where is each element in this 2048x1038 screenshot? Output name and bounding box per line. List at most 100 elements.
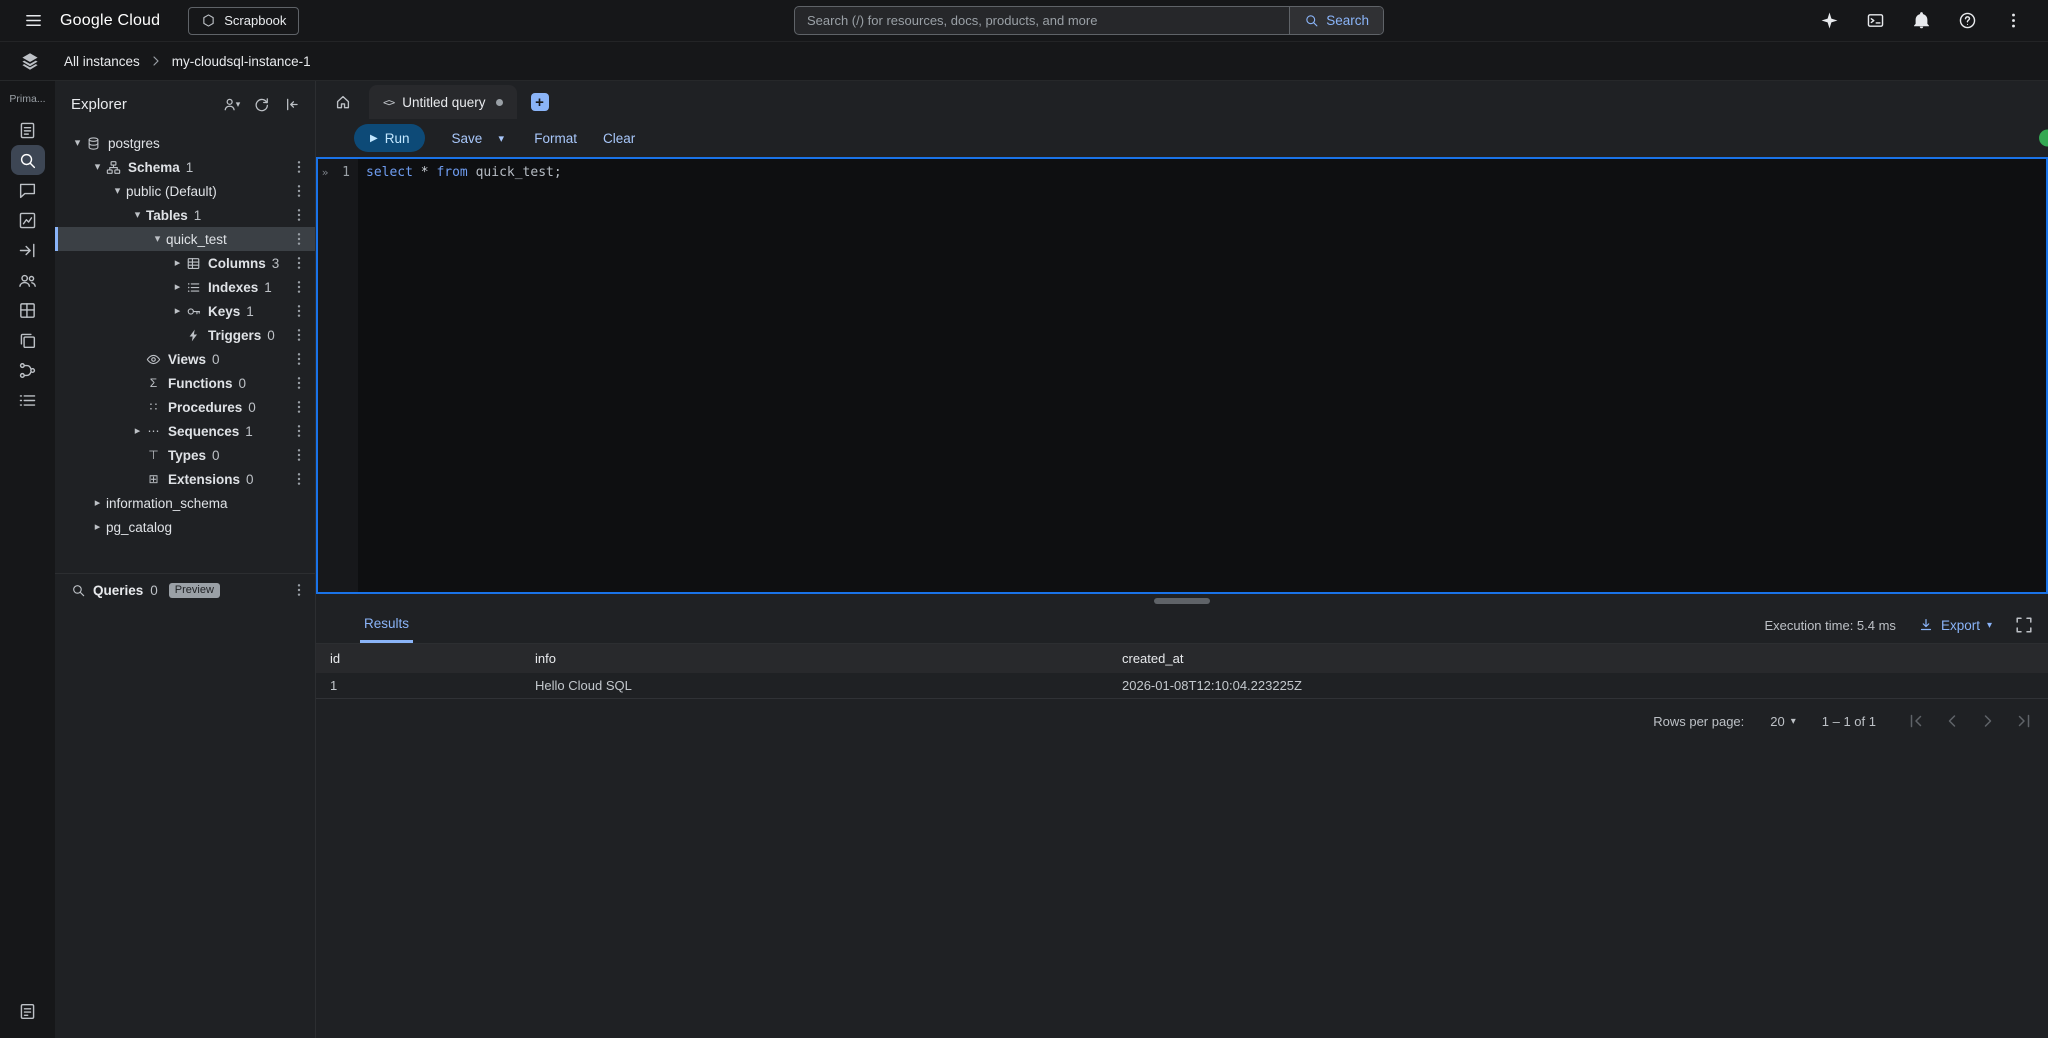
tree-item-count: 1	[245, 424, 253, 439]
expander-right-icon[interactable]: ▸	[89, 495, 106, 511]
expander-down-icon[interactable]: ▾	[129, 207, 146, 223]
more-options-button[interactable]	[1996, 4, 2030, 38]
main-menu-button[interactable]	[16, 4, 50, 38]
saved-queries-section[interactable]: Queries 0 Preview	[55, 573, 315, 598]
tree-item-information-schema[interactable]: ▸information_schema	[55, 491, 315, 515]
expander-right-icon[interactable]: ▸	[169, 255, 186, 271]
editor-code-line[interactable]: select * from quick_test;	[358, 159, 2046, 592]
users-icon	[18, 271, 37, 290]
item-overflow-menu-button[interactable]	[291, 471, 307, 487]
expander-down-icon[interactable]: ▾	[149, 231, 166, 247]
code-icon: <>	[383, 96, 394, 109]
key-icon	[186, 304, 201, 319]
tab-untitled-query[interactable]: <> Untitled query	[369, 85, 517, 119]
run-button[interactable]: ▶ Run	[354, 124, 425, 152]
item-overflow-menu-button[interactable]	[291, 159, 307, 175]
item-overflow-menu-button[interactable]	[291, 327, 307, 343]
new-query-tab-button[interactable]: +	[531, 93, 549, 111]
item-overflow-menu-button[interactable]	[291, 375, 307, 391]
rail-section-label: Prima...	[9, 93, 45, 105]
tree-item-keys[interactable]: ▸Keys1	[55, 299, 315, 323]
sidebar-item-backups[interactable]	[11, 325, 45, 355]
save-options-button[interactable]: ▾	[492, 132, 510, 145]
sidebar-item-monitoring[interactable]	[11, 205, 45, 235]
query-tab-bar: <> Untitled query +	[316, 81, 2048, 119]
tree-item-triggers[interactable]: Triggers0	[55, 323, 315, 347]
expander-down-icon[interactable]: ▾	[109, 183, 126, 199]
search-input[interactable]	[795, 7, 1289, 34]
switch-user-button[interactable]: ▾	[217, 90, 245, 118]
sidebar-item-release-notes[interactable]	[11, 996, 45, 1026]
expander-down-icon[interactable]: ▾	[89, 159, 106, 175]
sidebar-item-users[interactable]	[11, 265, 45, 295]
clear-button[interactable]: Clear	[603, 131, 635, 146]
previous-page-button[interactable]	[1942, 711, 1962, 731]
expander-spacer	[129, 471, 146, 487]
app-body: Prima... Explorer ▾	[0, 81, 2048, 1038]
schema-icon	[106, 160, 121, 175]
tree-item-quick-test[interactable]: ▾quick_test	[55, 227, 315, 251]
expander-down-icon[interactable]: ▾	[69, 135, 86, 151]
last-page-button[interactable]	[2014, 711, 2034, 731]
sidebar-item-replication[interactable]	[11, 355, 45, 385]
expander-right-icon[interactable]: ▸	[89, 519, 106, 535]
tree-item-public-default[interactable]: ▾public (Default)	[55, 179, 315, 203]
item-overflow-menu-button[interactable]	[291, 351, 307, 367]
sidebar-item-operations[interactable]	[11, 385, 45, 415]
sidebar-item-overview[interactable]	[11, 115, 45, 145]
item-overflow-menu-button[interactable]	[291, 255, 307, 271]
help-button[interactable]	[1950, 4, 1984, 38]
item-overflow-menu-button[interactable]	[291, 207, 307, 223]
fullscreen-button[interactable]	[2014, 615, 2034, 635]
search-button[interactable]: Search	[1289, 7, 1383, 34]
first-page-button[interactable]	[1906, 711, 1926, 731]
tree-item-label: Keys	[208, 304, 240, 319]
expander-right-icon[interactable]: ▸	[169, 279, 186, 295]
sidebar-item-studio[interactable]	[11, 145, 45, 175]
queries-overflow-menu-button[interactable]	[291, 582, 307, 598]
item-overflow-menu-button[interactable]	[291, 399, 307, 415]
item-overflow-menu-button[interactable]	[291, 279, 307, 295]
item-overflow-menu-button[interactable]	[291, 231, 307, 247]
item-overflow-menu-button[interactable]	[291, 447, 307, 463]
tab-results[interactable]: Results	[360, 607, 413, 643]
sidebar-item-connections[interactable]	[11, 235, 45, 265]
breadcrumb-all-instances-link[interactable]: All instances	[64, 54, 140, 69]
tree-item-procedures[interactable]: ∷Procedures0	[55, 395, 315, 419]
tree-item-types[interactable]: ⊤Types0	[55, 443, 315, 467]
tree-item-indexes[interactable]: ▸Indexes1	[55, 275, 315, 299]
tree-item-tables[interactable]: ▾Tables1	[55, 203, 315, 227]
tree-item-label: postgres	[108, 136, 160, 151]
item-overflow-menu-button[interactable]	[291, 303, 307, 319]
export-button[interactable]: Export ▾	[1918, 617, 1992, 633]
sql-editor[interactable]: » 1 select * from quick_test;	[316, 157, 2048, 594]
tree-item-views[interactable]: Views0	[55, 347, 315, 371]
table-row[interactable]: 1Hello Cloud SQL2026-01-08T12:10:04.2232…	[316, 673, 2048, 699]
item-overflow-menu-button[interactable]	[291, 183, 307, 199]
tree-item-functions[interactable]: ΣFunctions0	[55, 371, 315, 395]
gemini-button[interactable]	[1812, 4, 1846, 38]
expander-right-icon[interactable]: ▸	[129, 423, 146, 439]
expander-right-icon[interactable]: ▸	[169, 303, 186, 319]
sidebar-item-support-chat[interactable]	[11, 175, 45, 205]
project-picker-button[interactable]: Scrapbook	[188, 7, 299, 35]
tree-item-schema[interactable]: ▾Schema1	[55, 155, 315, 179]
format-button[interactable]: Format	[534, 131, 577, 146]
cloud-shell-button[interactable]	[1858, 4, 1892, 38]
tree-item-extensions[interactable]: ⊞Extensions0	[55, 467, 315, 491]
tree-item-postgres[interactable]: ▾ postgres	[55, 131, 315, 155]
rows-per-page-select[interactable]: 20 ▾	[1770, 714, 1796, 729]
next-page-button[interactable]	[1978, 711, 1998, 731]
tree-item-columns[interactable]: ▸Columns3	[55, 251, 315, 275]
home-tab[interactable]	[325, 85, 361, 119]
tree-item-pg-catalog[interactable]: ▸pg_catalog	[55, 515, 315, 539]
item-overflow-menu-button[interactable]	[291, 423, 307, 439]
panel-resizer[interactable]	[316, 594, 2048, 607]
collapse-panel-button[interactable]	[277, 90, 305, 118]
save-button[interactable]: Save	[451, 131, 482, 146]
tree-item-sequences[interactable]: ▸⋯Sequences1	[55, 419, 315, 443]
resize-handle[interactable]	[1154, 598, 1210, 604]
notifications-button[interactable]	[1904, 4, 1938, 38]
sidebar-item-databases[interactable]	[11, 295, 45, 325]
refresh-explorer-button[interactable]	[247, 90, 275, 118]
